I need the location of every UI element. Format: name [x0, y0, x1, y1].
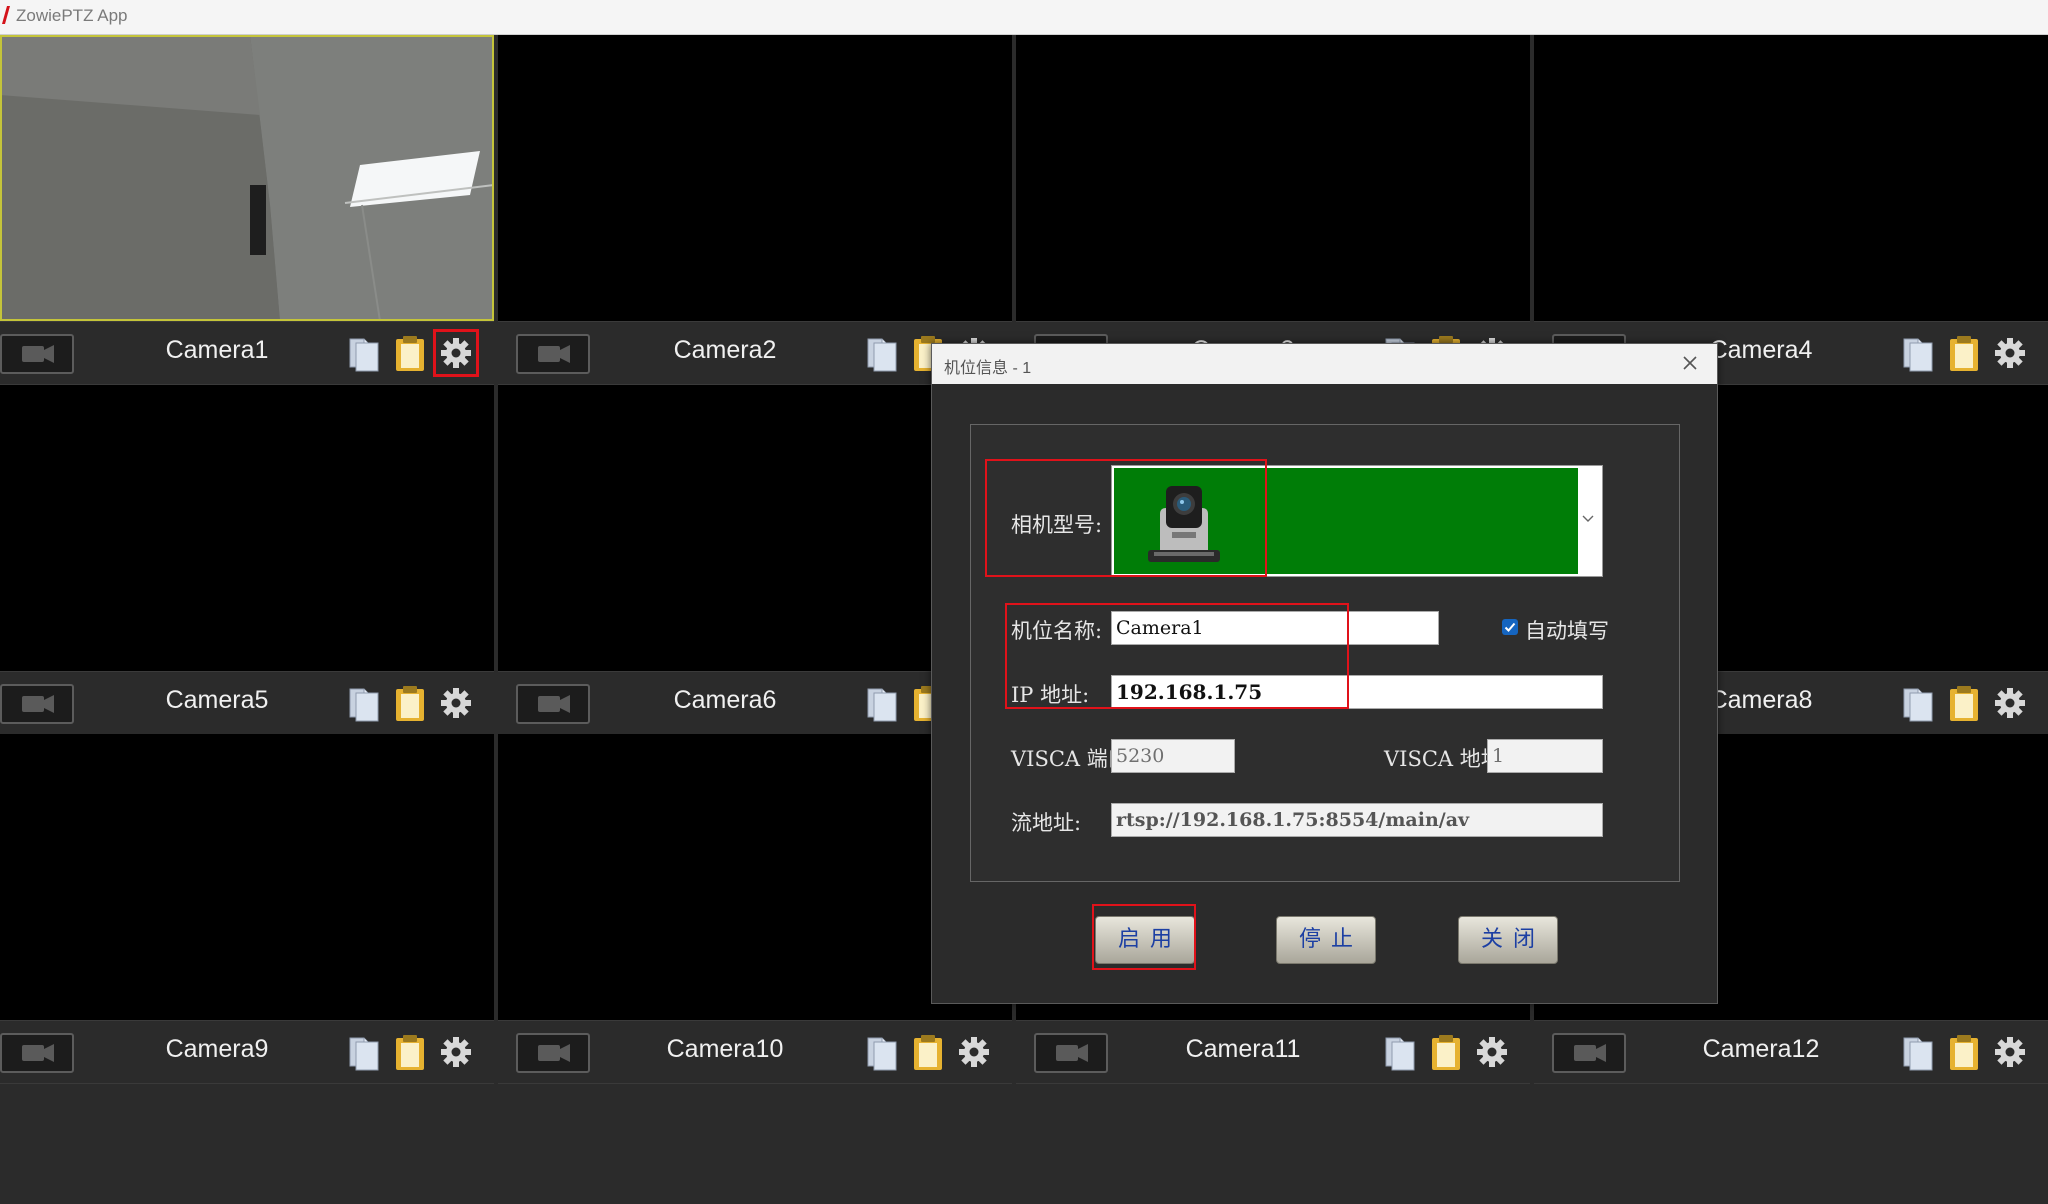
auto-fill-label: 自动填写 — [1525, 620, 1609, 643]
camera-cell[interactable]: Camera9 — [0, 734, 494, 1084]
camera-label: Camera11 — [1185, 1035, 1301, 1063]
video-camera-icon — [1574, 1044, 1606, 1062]
copy-icon[interactable] — [1900, 684, 1936, 722]
copy-icon[interactable] — [1900, 334, 1936, 372]
copy-icon[interactable] — [864, 684, 900, 722]
video-camera-button[interactable] — [516, 684, 590, 724]
gear-icon[interactable] — [1992, 334, 2028, 372]
camera-model-select[interactable] — [1111, 465, 1603, 577]
video-camera-icon — [22, 695, 54, 713]
dialog-panel: 相机型号: 机位名称: Camera1 自动填写 IP 地址: 192.168.… — [970, 424, 1680, 882]
ip-label: IP 地址: — [1011, 683, 1090, 707]
dialog-title-bar: 机位信息 - 1 — [932, 344, 1717, 384]
camera-toolbar: Camera10 — [498, 1020, 1012, 1084]
video-camera-button[interactable] — [0, 334, 74, 374]
paste-icon[interactable] — [1946, 334, 1982, 372]
copy-icon[interactable] — [1900, 1033, 1936, 1071]
video-camera-button[interactable] — [1552, 1033, 1626, 1073]
camera-cell[interactable]: Camera3 — [1016, 35, 1530, 385]
paste-icon[interactable] — [392, 1033, 428, 1071]
gear-icon[interactable] — [1992, 684, 2028, 722]
checkmark-icon — [1504, 622, 1516, 632]
video-camera-button[interactable] — [0, 1033, 74, 1073]
copy-icon[interactable] — [346, 684, 382, 722]
copy-icon[interactable] — [346, 1033, 382, 1071]
copy-icon[interactable] — [864, 334, 900, 372]
camera-toolbar: Camera12 — [1534, 1020, 2048, 1084]
camera-info-dialog: 机位信息 - 1 相机型号: 机位名称: Camera1 自动填写 IP 地址:… — [931, 343, 1718, 1004]
camera-label: Camera1 — [165, 336, 269, 364]
camera-label: Camera9 — [165, 1035, 269, 1063]
chevron-down-icon[interactable] — [1580, 510, 1596, 526]
camera-label: Camera5 — [165, 686, 269, 714]
app-title: ZowiePTZ App — [16, 6, 128, 25]
copy-icon[interactable] — [346, 334, 382, 372]
gear-icon[interactable] — [438, 684, 474, 722]
video-camera-icon — [538, 1044, 570, 1062]
gear-icon[interactable] — [433, 329, 479, 377]
camera-video-view[interactable] — [0, 734, 494, 1020]
paste-icon[interactable] — [1946, 1033, 1982, 1071]
title-bar: ZowiePTZ App — [0, 0, 2048, 35]
camera-name-field[interactable]: Camera1 — [1111, 611, 1439, 645]
copy-icon[interactable] — [864, 1033, 900, 1071]
paste-icon[interactable] — [392, 684, 428, 722]
paste-icon[interactable] — [392, 334, 428, 372]
gear-icon[interactable] — [956, 1033, 992, 1071]
camera-cell[interactable]: Camera5 — [0, 385, 494, 735]
video-camera-icon — [538, 345, 570, 363]
camera-label: Camera2 — [673, 336, 777, 364]
camera-toolbar: Camera9 — [0, 1020, 494, 1084]
stream-url-label: 流地址: — [1011, 811, 1082, 835]
camera-model-preview — [1114, 468, 1578, 574]
camera-cell[interactable]: Camera1 — [0, 35, 494, 385]
stream-url-field[interactable]: rtsp://192.168.1.75:8554/main/av — [1111, 803, 1603, 837]
video-camera-icon — [22, 1044, 54, 1062]
dialog-title: 机位信息 - 1 — [944, 360, 1032, 377]
camera-video-view[interactable] — [0, 385, 494, 671]
close-button[interactable]: 关闭 — [1458, 916, 1558, 964]
camera-model-label: 相机型号: — [1011, 513, 1103, 537]
gear-icon[interactable] — [438, 1033, 474, 1071]
enable-button[interactable]: 启用 — [1095, 916, 1195, 964]
gear-icon[interactable] — [1474, 1033, 1510, 1071]
ptz-camera-icon — [1148, 486, 1220, 562]
camera-video-view[interactable] — [1534, 35, 2048, 321]
video-camera-icon — [1056, 1044, 1088, 1062]
camera-video-view[interactable] — [498, 35, 1012, 321]
copy-icon[interactable] — [1382, 1033, 1418, 1071]
camera-name-label: 机位名称: — [1011, 619, 1103, 643]
camera-toolbar: Camera11 — [1016, 1020, 1530, 1084]
close-icon[interactable] — [1675, 348, 1705, 378]
video-camera-button[interactable] — [516, 334, 590, 374]
app-logo-icon — [2, 6, 10, 24]
camera-toolbar: Camera1 — [0, 321, 494, 385]
camera-toolbar: Camera5 — [0, 671, 494, 735]
paste-icon[interactable] — [1946, 684, 1982, 722]
ip-field[interactable]: 192.168.1.75 — [1111, 675, 1603, 709]
stop-button[interactable]: 停止 — [1276, 916, 1376, 964]
camera-label: Camera12 — [1702, 1035, 1820, 1063]
gear-icon[interactable] — [1992, 1033, 2028, 1071]
camera-video-view[interactable] — [1016, 35, 1530, 321]
auto-fill-checkbox[interactable] — [1502, 619, 1518, 635]
paste-icon[interactable] — [1428, 1033, 1464, 1071]
camera-label: Camera10 — [666, 1035, 784, 1063]
visca-port-field[interactable]: 5230 — [1111, 739, 1235, 773]
camera-cell[interactable]: Camera2 — [498, 35, 1012, 385]
video-camera-icon — [22, 345, 54, 363]
video-camera-button[interactable] — [1034, 1033, 1108, 1073]
paste-icon[interactable] — [910, 1033, 946, 1071]
camera-feed-image — [0, 35, 494, 321]
video-camera-button[interactable] — [516, 1033, 590, 1073]
video-camera-button[interactable] — [0, 684, 74, 724]
camera-cell[interactable]: Camera4 — [1534, 35, 2048, 385]
camera-label: Camera6 — [673, 686, 777, 714]
video-camera-icon — [538, 695, 570, 713]
visca-address-field[interactable]: 1 — [1487, 739, 1603, 773]
camera-video-view[interactable] — [0, 35, 494, 321]
